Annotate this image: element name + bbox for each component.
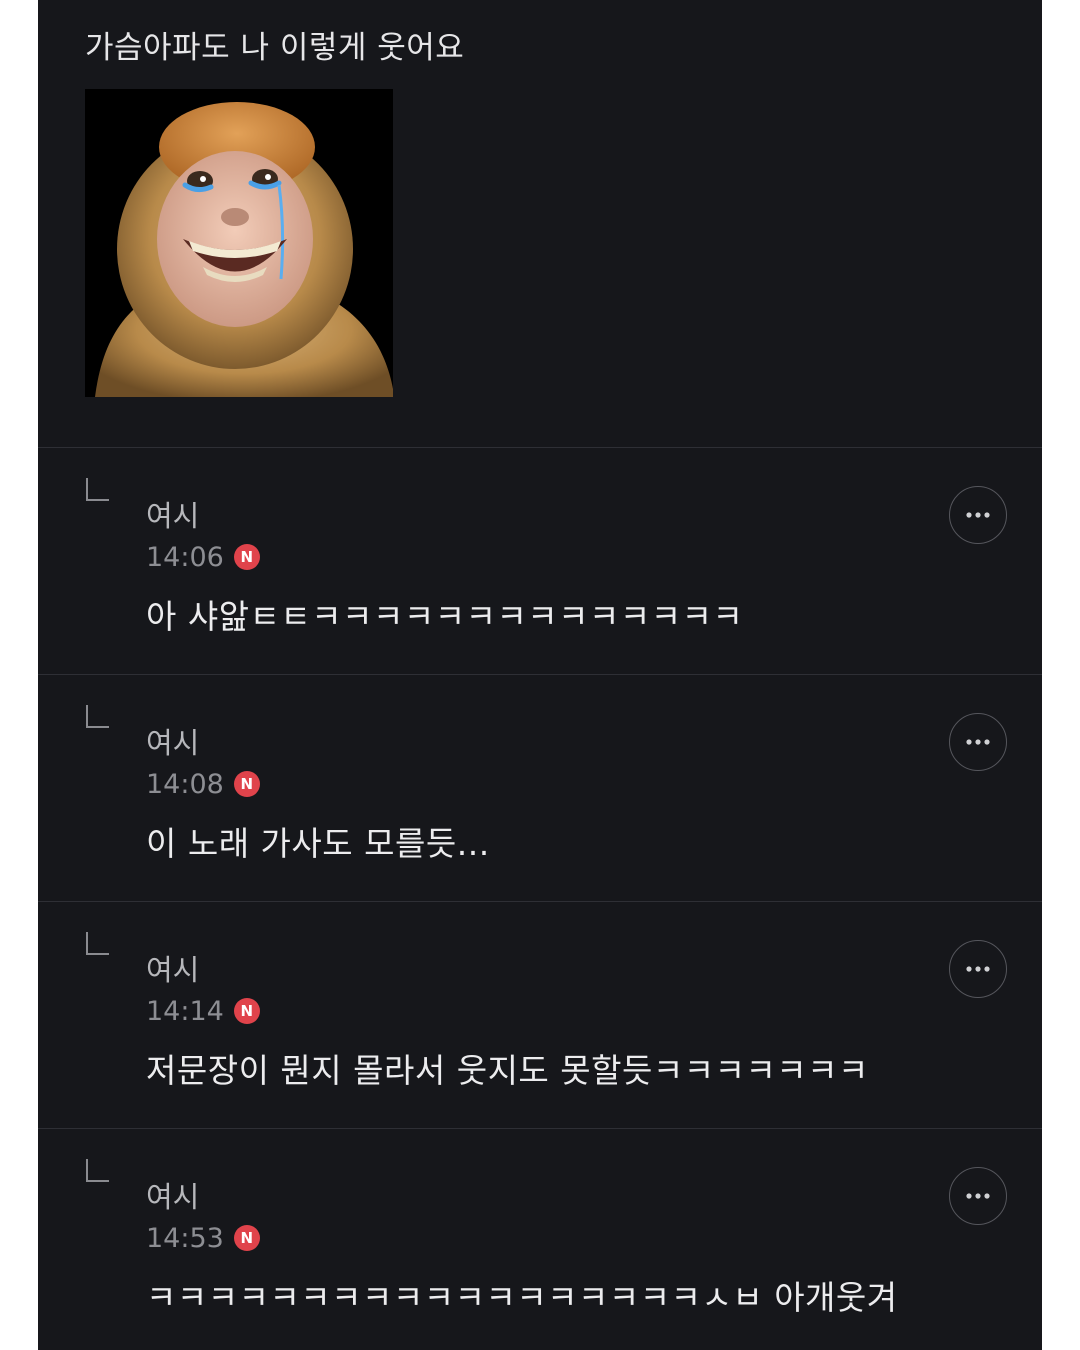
comment-author[interactable]: 여시	[146, 493, 199, 535]
comment-author[interactable]: 여시	[146, 1174, 199, 1216]
more-options-button[interactable]	[949, 940, 1007, 998]
comment-time: 14:06	[146, 541, 224, 573]
comment-thread-panel: 가슴아파도 나 이렇게 웃어요 여시 14:06 N 아 샤앒ㅌㅌㅋㅋㅋㅋㅋㅋㅋ…	[38, 0, 1042, 1350]
comment-item: 여시 14:53 N ㅋㅋㅋㅋㅋㅋㅋㅋㅋㅋㅋㅋㅋㅋㅋㅋㅋㅋㅅㅂ 아개웃겨	[38, 1129, 1042, 1350]
more-options-button[interactable]	[949, 486, 1007, 544]
crying-laughing-monkey-illustration	[85, 89, 393, 397]
comment-text: 저문장이 뭔지 몰라서 웃지도 못할듯ㅋㅋㅋㅋㅋㅋㅋ	[146, 1051, 869, 1090]
comment-meta: 14:53 N	[146, 1221, 260, 1255]
post-text: 가슴아파도 나 이렇게 웃어요	[85, 30, 465, 66]
more-options-icon	[966, 966, 990, 972]
comment-meta: 14:06 N	[146, 540, 260, 574]
reply-arrow-icon	[86, 932, 109, 955]
comment-author[interactable]: 여시	[146, 947, 199, 989]
new-badge: N	[233, 998, 260, 1024]
new-badge: N	[233, 771, 260, 797]
comment-text: 아 샤앒ㅌㅌㅋㅋㅋㅋㅋㅋㅋㅋㅋㅋㅋㅋㅋㅋ	[146, 597, 744, 636]
comment-item: 여시 14:14 N 저문장이 뭔지 몰라서 웃지도 못할듯ㅋㅋㅋㅋㅋㅋㅋ	[38, 902, 1042, 1128]
comment-time: 14:53	[146, 1222, 224, 1254]
comment-text: ㅋㅋㅋㅋㅋㅋㅋㅋㅋㅋㅋㅋㅋㅋㅋㅋㅋㅋㅅㅂ 아개웃겨	[146, 1278, 898, 1317]
monkey-image[interactable]	[85, 89, 393, 397]
reply-arrow-icon	[86, 1159, 109, 1182]
more-options-button[interactable]	[949, 1167, 1007, 1225]
comment-time: 14:14	[146, 995, 224, 1027]
comment-meta: 14:08 N	[146, 767, 260, 801]
comment-meta: 14:14 N	[146, 994, 260, 1028]
more-options-icon	[966, 512, 990, 518]
comment-item: 여시 14:06 N 아 샤앒ㅌㅌㅋㅋㅋㅋㅋㅋㅋㅋㅋㅋㅋㅋㅋㅋ	[38, 448, 1042, 674]
new-badge: N	[233, 544, 260, 570]
comment-time: 14:08	[146, 768, 224, 800]
more-options-icon	[966, 739, 990, 745]
comment-author[interactable]: 여시	[146, 720, 199, 762]
comment-item: 여시 14:08 N 이 노래 가사도 모를듯...	[38, 675, 1042, 901]
more-options-icon	[966, 1193, 990, 1199]
reply-arrow-icon	[86, 478, 109, 501]
more-options-button[interactable]	[949, 713, 1007, 771]
comment-text: 이 노래 가사도 모를듯...	[146, 824, 490, 863]
new-badge: N	[233, 1225, 260, 1251]
reply-arrow-icon	[86, 705, 109, 728]
